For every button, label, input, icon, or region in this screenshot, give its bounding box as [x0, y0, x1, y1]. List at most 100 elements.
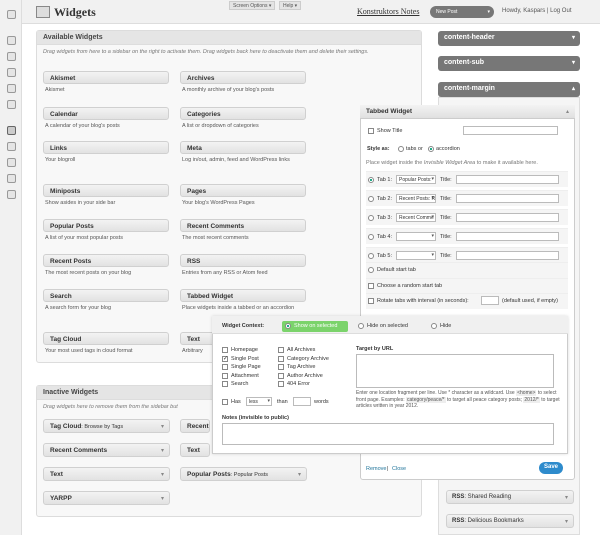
help-tab[interactable]: Help ▾ [279, 1, 302, 10]
expand-arrow-icon[interactable]: ▾ [161, 423, 164, 430]
inactive-widget[interactable]: Tag Cloud: Browse by Tags ▾ [43, 419, 170, 433]
word-comparison-select[interactable]: less [246, 397, 272, 406]
show-title-checkbox[interactable] [368, 128, 374, 134]
appearance-icon[interactable] [7, 126, 16, 135]
available-widget[interactable]: Search [43, 289, 169, 302]
available-widget[interactable]: RSS [180, 254, 306, 267]
media-icon[interactable] [7, 52, 16, 61]
expand-arrow-icon[interactable]: ▾ [161, 447, 164, 454]
expand-arrow-icon[interactable]: ▾ [298, 471, 301, 478]
tab-widget-select[interactable] [396, 232, 436, 241]
random-start-checkbox[interactable] [368, 283, 374, 289]
inactive-widget[interactable]: Text ▾ [43, 467, 170, 481]
rotate-interval-input[interactable] [481, 296, 499, 305]
chevron-down-icon[interactable]: ▾ [487, 9, 490, 15]
user-greeting[interactable]: Howdy, Kaspars | Log Out [502, 8, 571, 14]
hide-on-selected-radio[interactable] [358, 323, 364, 329]
tools-icon[interactable] [7, 174, 16, 183]
collapse-arrow-icon[interactable]: ▴ [566, 108, 569, 115]
available-widget[interactable]: Categories [180, 107, 306, 120]
posts-icon[interactable] [7, 36, 16, 45]
style-accordion-radio[interactable] [428, 146, 434, 152]
context-checkbox[interactable] [278, 364, 284, 370]
start-tab-radio[interactable] [368, 215, 374, 221]
collapse-arrow-icon[interactable]: ▴ [572, 85, 575, 92]
context-checkbox[interactable] [222, 355, 228, 362]
available-widget[interactable]: Pages [180, 184, 306, 197]
pages-icon[interactable] [7, 84, 16, 93]
expand-arrow-icon[interactable]: ▾ [161, 471, 164, 478]
sidebar-widget-rss[interactable]: RSS: Shared Reading ▾ [446, 490, 574, 504]
users-icon[interactable] [7, 158, 16, 167]
available-widget[interactable]: Miniposts [43, 184, 169, 197]
plugins-icon[interactable] [7, 142, 16, 151]
tab-title-input[interactable] [456, 251, 559, 260]
start-tab-radio[interactable] [368, 196, 374, 202]
new-post-button[interactable]: New Post ▾ [430, 6, 494, 18]
available-widget[interactable]: Recent Posts [43, 254, 169, 267]
tabbed-widget-title[interactable]: Tabbed Widget ▴ [360, 105, 575, 119]
sidebar-content-header[interactable]: content-header ▾ [438, 31, 580, 46]
start-tab-radio[interactable] [368, 234, 374, 240]
tab-title-input[interactable] [456, 213, 559, 222]
sidebar-content-sub[interactable]: content-sub ▾ [438, 56, 580, 71]
settings-icon[interactable] [7, 190, 16, 199]
context-checkbox[interactable] [278, 372, 284, 379]
default-start-radio[interactable] [368, 267, 374, 273]
context-checkbox[interactable] [278, 381, 284, 387]
tab-title-input[interactable] [456, 175, 559, 184]
expand-arrow-icon[interactable]: ▾ [572, 59, 575, 66]
tab-widget-select[interactable]: Recent Posts: R [396, 194, 436, 203]
expand-arrow-icon[interactable]: ▾ [565, 518, 568, 525]
style-tabs-radio[interactable] [398, 146, 404, 152]
notes-textarea[interactable] [222, 423, 554, 445]
available-widgets-title[interactable]: Available Widgets [37, 31, 421, 45]
available-widget[interactable]: Meta [180, 141, 306, 154]
start-tab-radio[interactable] [368, 253, 374, 259]
available-widget[interactable]: Tag Cloud [43, 332, 169, 345]
site-name-link[interactable]: Konstruktors Notes [357, 7, 419, 16]
word-count-checkbox[interactable] [222, 399, 228, 405]
show-on-selected-radio[interactable] [285, 323, 291, 329]
context-checkbox[interactable] [278, 347, 284, 353]
remove-link[interactable]: Remove [366, 466, 386, 472]
screen-options-tab[interactable]: Screen Options ▾ [229, 1, 276, 10]
tab-widget-select[interactable] [396, 251, 436, 260]
available-widget[interactable]: Tabbed Widget [180, 289, 306, 302]
available-widget[interactable]: Links [43, 141, 169, 154]
context-checkbox[interactable] [222, 347, 228, 353]
links-icon[interactable] [7, 68, 16, 77]
context-checkbox[interactable] [222, 364, 228, 370]
tab-title-input[interactable] [456, 194, 559, 203]
tab-widget-select[interactable]: Popular Posts: [396, 175, 436, 184]
available-widget[interactable]: Archives [180, 71, 306, 84]
inactive-widget[interactable]: YARPP ▾ [43, 491, 170, 505]
context-checkbox[interactable] [278, 355, 284, 362]
show-on-selected-option[interactable]: Show on selected [282, 321, 348, 332]
inactive-widget[interactable]: Text [180, 443, 210, 457]
expand-arrow-icon[interactable]: ▾ [161, 495, 164, 502]
available-widget[interactable]: Recent Comments [180, 219, 306, 232]
sidebar-content-margin[interactable]: content-margin ▴ [438, 82, 580, 97]
expand-arrow-icon[interactable]: ▾ [565, 494, 568, 501]
inactive-widget[interactable]: Popular Posts: Popular Posts ▾ [180, 467, 307, 481]
comments-icon[interactable] [7, 100, 16, 109]
tab-widget-select[interactable]: Recent Comme [396, 213, 436, 222]
tab-title-input[interactable] [456, 232, 559, 241]
widget-title-input[interactable] [463, 126, 558, 135]
context-checkbox[interactable] [222, 372, 228, 379]
word-count-input[interactable] [293, 397, 311, 406]
rotate-tabs-checkbox[interactable] [368, 298, 374, 304]
available-widget[interactable]: Popular Posts [43, 219, 169, 232]
close-link[interactable]: Close [392, 466, 406, 472]
expand-arrow-icon[interactable]: ▾ [572, 34, 575, 41]
save-button[interactable]: Save [539, 462, 563, 474]
sidebar-widget-rss[interactable]: RSS: Delicious Bookmarks ▾ [446, 514, 574, 528]
target-url-textarea[interactable] [356, 354, 554, 388]
context-checkbox[interactable] [222, 381, 228, 387]
hide-radio[interactable] [431, 323, 437, 329]
available-widget[interactable]: Calendar [43, 107, 169, 120]
available-widget[interactable]: Akismet [43, 71, 169, 84]
inactive-widget[interactable]: Recent Comments ▾ [43, 443, 170, 457]
start-tab-radio[interactable] [368, 177, 374, 183]
